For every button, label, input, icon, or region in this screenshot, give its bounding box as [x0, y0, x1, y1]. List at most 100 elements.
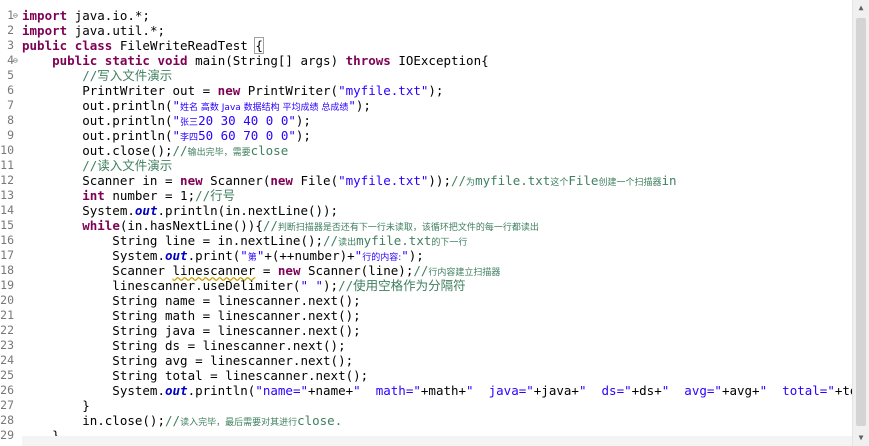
code-token: FileWriteReadTest	[112, 38, 256, 53]
code-token: //	[165, 413, 181, 428]
code-token: IOException{	[390, 53, 489, 68]
fold-toggle-icon[interactable]: ⊖	[13, 53, 21, 68]
code-token: out	[165, 383, 188, 398]
line-number: 4	[7, 53, 14, 67]
line-number: 15	[0, 218, 14, 232]
fold-toggle-icon[interactable]: ⊖	[13, 8, 21, 23]
scroll-down-icon[interactable]: ▼	[853, 430, 869, 446]
line-number: 27	[0, 398, 14, 412]
code-token: +(++number)+	[264, 248, 355, 263]
code-token: +ds+	[631, 383, 662, 398]
code-token: " java="	[466, 383, 534, 398]
line-number: 19	[0, 278, 14, 292]
code-text: PrintWriter out = new PrintWriter("myfil…	[22, 83, 443, 98]
code-token: 张三	[180, 118, 199, 128]
code-token: void	[157, 53, 188, 68]
code-token: import	[22, 23, 75, 38]
code-token: );	[323, 278, 339, 293]
code-token: 第	[247, 253, 257, 263]
code-token: Scanner(	[202, 173, 271, 188]
line-number: 28	[0, 413, 14, 427]
line-number: 12	[0, 173, 14, 187]
line-number: 20	[0, 293, 14, 307]
line-number: 9	[7, 128, 14, 142]
code-token: new	[217, 83, 241, 98]
line-number: 21	[0, 308, 14, 322]
line-number: 6	[7, 83, 14, 97]
code-token: //	[172, 143, 188, 158]
code-token: " "	[300, 278, 324, 293]
code-token: +avg+	[721, 383, 760, 398]
code-token: 读出	[338, 238, 357, 248]
code-token: " total="	[759, 383, 835, 398]
code-text: String total = linescanner.next();	[22, 368, 368, 383]
code-token: public	[52, 53, 105, 68]
code-token: new	[180, 173, 203, 188]
code-token: linescanner.useDelimiter(	[22, 278, 301, 293]
code-token: );	[408, 248, 424, 263]
code-token: +total);	[834, 383, 852, 398]
code-text: import java.util.*;	[22, 23, 165, 38]
code-token: 这个	[550, 178, 569, 188]
code-token: 读入完毕，最后需要对其进行	[180, 418, 298, 428]
code-token: int	[82, 188, 105, 203]
code-token: out.println(	[22, 128, 173, 143]
scroll-up-icon[interactable]: ▲	[853, 0, 869, 16]
code-token: File	[568, 173, 599, 188]
code-token: " ds="	[578, 383, 632, 398]
code-token: 输出完毕，需要	[187, 148, 251, 158]
code-token: ));	[428, 173, 451, 188]
code-token: myfile.txt	[356, 233, 432, 248]
code-token: 李四	[180, 133, 199, 143]
line-number: 14	[0, 203, 14, 217]
code-text: in.close();//读入完毕，最后需要对其进行close.	[22, 413, 342, 431]
vertical-scrollbar[interactable]: ▲ ▼	[852, 0, 869, 446]
code-text: String java = linescanner.next();	[22, 323, 360, 338]
code-token: //	[323, 233, 339, 248]
line-number: 25	[0, 368, 14, 382]
code-token: class	[74, 38, 113, 53]
code-token: close.	[297, 413, 343, 428]
line-number: 24	[0, 353, 14, 367]
code-token: //写入文件演示	[82, 68, 173, 83]
code-token: in	[661, 173, 677, 188]
code-token: +math+	[420, 383, 467, 398]
code-token: Scanner	[22, 263, 173, 278]
code-token: out.println(	[22, 98, 173, 113]
code-token: File(	[292, 173, 339, 188]
code-token: 为	[466, 178, 476, 188]
line-number: 17	[0, 248, 14, 262]
code-token: .println(in.nextLine());	[157, 203, 339, 218]
code-text: System.out.println("name="+name+" math="…	[22, 383, 852, 398]
code-token: java.io.*;	[74, 8, 150, 23]
code-token: //读入文件演示	[82, 158, 173, 173]
code-text: linescanner.useDelimiter(" ");//使用空格作为分隔…	[22, 278, 465, 293]
code-text: int number = 1;//行号	[22, 188, 235, 203]
line-number: 5	[7, 68, 14, 82]
code-token: linescanner	[172, 263, 256, 278]
code-token: //	[262, 218, 278, 233]
code-token: String math = linescanner.next();	[22, 308, 361, 323]
line-number: 16	[0, 233, 14, 247]
horizontal-scrollbar[interactable]	[22, 436, 852, 446]
code-token: //行号	[195, 188, 236, 203]
scrollbar-thumb[interactable]	[856, 18, 866, 426]
code-token: in.close();	[22, 413, 165, 428]
code-text: public class FileWriteReadTest {	[22, 37, 264, 54]
code-text: System.out.println(in.nextLine());	[22, 203, 338, 218]
code-token: );	[295, 113, 311, 128]
code-token: "name="	[255, 383, 308, 398]
code-editor[interactable]: 1 ⊖ import java.io.*; 2 import java.util.*; 3…	[0, 0, 852, 446]
code-token: java.util.*;	[74, 23, 165, 38]
code-token: //	[413, 263, 429, 278]
code-token: 创建一个扫描器	[598, 178, 662, 188]
line-number: 8	[7, 113, 14, 127]
code-token: "	[240, 248, 248, 263]
code-token: String line = in.nextLine();	[22, 233, 324, 248]
line-number: 29	[0, 428, 14, 442]
